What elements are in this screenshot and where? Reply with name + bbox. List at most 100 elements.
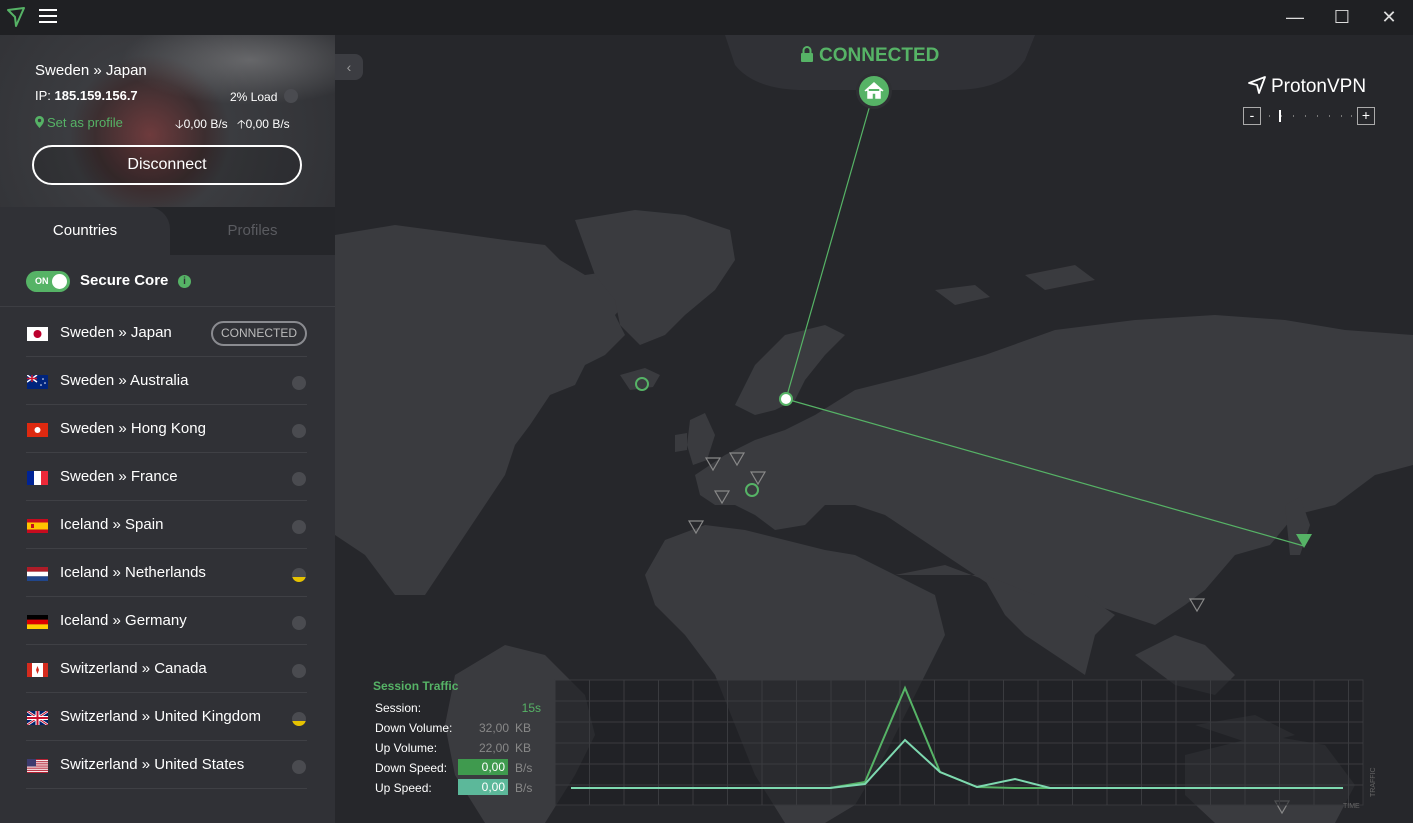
server-name: Iceland » Spain <box>60 516 164 533</box>
server-row[interactable]: Sweden » Australia <box>0 357 335 405</box>
connection-panel: Sweden » Japan IP: 185.159.156.7 2% Load… <box>0 35 335 207</box>
server-name: Sweden » France <box>60 468 178 485</box>
world-map[interactable]: TIME TRAFFIC ‹ CONNECTED ProtonVPN - + S… <box>335 35 1413 823</box>
up-volume-value: 22,00 <box>478 741 509 755</box>
server-name: Sweden » Hong Kong <box>60 420 206 437</box>
server-row[interactable]: Iceland » Spain <box>0 501 335 549</box>
home-button[interactable] <box>856 73 892 109</box>
server-name: Sweden » Australia <box>60 372 189 389</box>
connected-badge: CONNECTED <box>211 321 307 346</box>
connected-label: CONNECTED <box>819 45 940 66</box>
ip-value: 185.159.156.7 <box>54 88 138 103</box>
flag-gb-icon <box>27 711 48 725</box>
connection-status: CONNECTED <box>800 45 939 67</box>
session-duration: 15s <box>521 701 541 715</box>
zoom-slider[interactable] <box>1265 110 1355 122</box>
down-speed: 0,00 B/s <box>183 117 228 131</box>
flag-jp-icon <box>27 327 48 341</box>
up-speed-value: 0,00 <box>458 779 508 795</box>
server-row[interactable]: Iceland » Netherlands <box>0 549 335 597</box>
server-row[interactable]: Sweden » France <box>0 453 335 501</box>
hamburger-icon[interactable] <box>39 9 57 25</box>
zoom-out-button[interactable]: - <box>1243 107 1261 125</box>
speed-readout: 🡣0,00 B/s 🡡0,00 B/s <box>175 115 290 136</box>
upload-arrow-icon: 🡡 <box>237 117 246 131</box>
server-row[interactable]: Sweden » Japan CONNECTED <box>0 309 335 357</box>
flag-es-icon <box>27 519 48 533</box>
load-indicator-icon <box>292 520 306 534</box>
flag-ca-icon <box>27 663 48 677</box>
info-icon[interactable]: i <box>178 275 191 288</box>
maximize-button[interactable]: ☐ <box>1330 5 1354 29</box>
load-indicator-icon <box>292 664 306 678</box>
load-indicator-icon <box>292 760 306 774</box>
tab-bar: Countries Profiles <box>0 207 335 255</box>
time-axis-label: TIME <box>1343 803 1360 810</box>
load-indicator-icon <box>292 424 306 438</box>
down-speed-row: Down Speed: 0,00 B/s <box>375 759 533 775</box>
flag-de-icon <box>27 615 48 629</box>
server-name: Sweden » Japan <box>60 324 172 341</box>
server-name: Switzerland » Canada <box>60 660 207 677</box>
load-indicator-icon <box>292 472 306 486</box>
ip-label: IP: <box>35 88 51 103</box>
connected-route: Sweden » Japan <box>35 62 147 79</box>
download-arrow-icon: 🡣 <box>175 117 184 131</box>
flag-nl-icon <box>27 567 48 581</box>
minimize-button[interactable]: — <box>1283 5 1307 29</box>
server-name: Iceland » Germany <box>60 612 187 629</box>
zoom-control: - + <box>1243 107 1375 125</box>
brand-logo: ProtonVPN <box>1247 75 1366 98</box>
sidebar: Sweden » Japan IP: 185.159.156.7 2% Load… <box>0 35 335 823</box>
toggle-on-label: ON <box>35 276 49 286</box>
server-row[interactable]: Switzerland » Canada <box>0 645 335 693</box>
collapse-sidebar-button[interactable]: ‹ <box>335 54 363 80</box>
server-row[interactable]: Switzerland » United States <box>0 741 335 789</box>
session-traffic-panel: Session Traffic Session: 15s Down Volume… <box>373 679 543 799</box>
server-name: Switzerland » United States <box>60 756 245 773</box>
load-indicator-icon <box>292 376 306 390</box>
set-as-profile-label: Set as profile <box>47 115 123 130</box>
server-list: Sweden » Japan CONNECTED Sweden » Australi… <box>0 309 335 789</box>
load-indicator-icon <box>292 616 306 630</box>
disconnect-button[interactable]: Disconnect <box>32 145 302 185</box>
server-row[interactable]: Sweden » Hong Kong <box>0 405 335 453</box>
session-row: Session: 15s <box>375 701 541 715</box>
down-volume-row: Down Volume: 32,00 KB <box>375 721 532 735</box>
location-pin-icon <box>35 116 44 128</box>
server-name: Iceland » Netherlands <box>60 564 206 581</box>
ip-address: IP: 185.159.156.7 <box>35 88 138 103</box>
secure-core-row: ON Secure Core i <box>0 255 335 307</box>
brand-name: ProtonVPN <box>1271 76 1367 97</box>
home-icon <box>864 81 884 99</box>
flag-hk-icon <box>27 423 48 437</box>
tab-countries[interactable]: Countries <box>0 207 170 255</box>
protonvpn-brand-icon <box>1248 76 1266 94</box>
set-as-profile-link[interactable]: Set as profile <box>35 115 123 130</box>
close-button[interactable]: ✕ <box>1377 5 1401 29</box>
session-traffic-title: Session Traffic <box>373 679 459 693</box>
secure-core-label: Secure Core <box>80 272 169 289</box>
title-bar: — ☐ ✕ <box>0 0 1413 35</box>
load-indicator-icon <box>284 89 298 103</box>
load-indicator-icon <box>292 568 306 582</box>
server-name: Switzerland » United Kingdom <box>60 708 261 725</box>
load-indicator-icon <box>292 712 306 726</box>
secure-core-toggle[interactable]: ON <box>26 271 70 292</box>
server-load: 2% Load <box>230 90 278 104</box>
protonvpn-logo-icon <box>7 7 25 27</box>
server-row[interactable]: Iceland » Germany <box>0 597 335 645</box>
zoom-in-button[interactable]: + <box>1357 107 1375 125</box>
down-volume-value: 32,00 <box>478 721 509 735</box>
flag-fr-icon <box>27 471 48 485</box>
flag-au-icon <box>27 375 48 389</box>
traffic-axis-label: TRAFFIC <box>1370 767 1377 797</box>
tab-profiles[interactable]: Profiles <box>170 207 335 255</box>
flag-us-icon <box>27 759 48 773</box>
lock-icon <box>801 46 813 62</box>
up-volume-row: Up Volume: 22,00 KB <box>375 741 532 755</box>
down-speed-value: 0,00 <box>458 759 508 775</box>
up-speed: 0,00 B/s <box>245 117 290 131</box>
server-row[interactable]: Switzerland » United Kingdom <box>0 693 335 741</box>
up-speed-row: Up Speed: 0,00 B/s <box>375 779 533 795</box>
